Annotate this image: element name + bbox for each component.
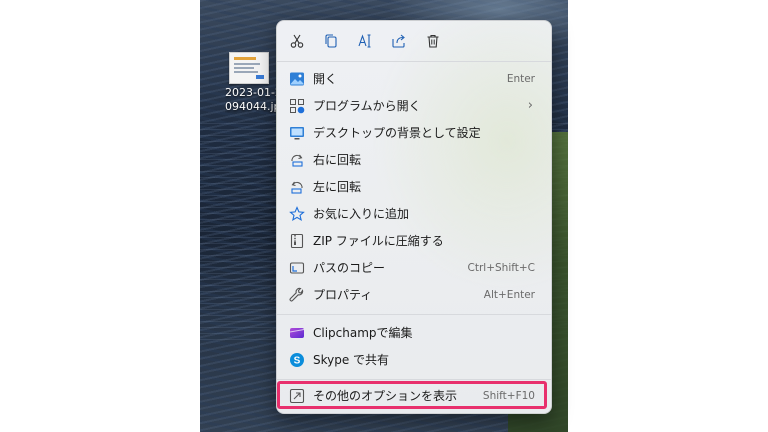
more-options-icon bbox=[289, 388, 305, 404]
menu-item-open[interactable]: 開く Enter bbox=[281, 66, 547, 92]
menu-separator bbox=[277, 314, 551, 315]
menu-item-add-to-favorites[interactable]: お気に入りに追加 bbox=[281, 201, 547, 227]
menu-item-label: デスクトップの背景として設定 bbox=[313, 126, 481, 140]
menu-item-label: お気に入りに追加 bbox=[313, 207, 410, 221]
menu-item-label: プログラムから開く bbox=[313, 99, 421, 113]
menu-item-set-desktop-background[interactable]: デスクトップの背景として設定 bbox=[281, 120, 547, 146]
menu-item-share-skype[interactable]: S Skype で共有 bbox=[281, 347, 547, 373]
rotate-left-icon bbox=[289, 179, 305, 195]
menu-item-rotate-right[interactable]: 右に回転 bbox=[281, 147, 547, 173]
chevron-right-icon: › bbox=[527, 98, 533, 113]
menu-item-label: パスのコピー bbox=[313, 261, 386, 275]
menu-item-properties[interactable]: プロパティ Alt+Enter bbox=[281, 282, 547, 308]
menu-item-shortcut: Ctrl+Shift+C bbox=[467, 262, 535, 274]
delete-button[interactable] bbox=[421, 29, 445, 53]
rename-icon bbox=[358, 34, 371, 48]
thumbnail-header bbox=[234, 57, 256, 60]
menu-item-label: 左に回転 bbox=[313, 180, 362, 194]
menu-item-label: Clipchampで編集 bbox=[313, 326, 413, 340]
menu-item-compress-zip[interactable]: ZIP ファイルに圧縮する bbox=[281, 228, 547, 254]
screenshot-stage: 2023-01-20 094044.jpg 開く Enter プログラムから開く… bbox=[0, 0, 768, 432]
menu-item-shortcut: Alt+Enter bbox=[483, 289, 535, 301]
zip-icon bbox=[289, 233, 305, 249]
rotate-right-icon bbox=[289, 152, 305, 168]
wrench-icon bbox=[289, 287, 305, 303]
star-icon bbox=[289, 206, 305, 222]
menu-item-label: その他のオプションを表示 bbox=[313, 389, 458, 403]
svg-text:S: S bbox=[294, 356, 301, 367]
image-icon bbox=[289, 71, 305, 87]
share-button[interactable] bbox=[387, 29, 411, 53]
copy-path-icon bbox=[289, 260, 305, 276]
thumbnail-button bbox=[256, 75, 264, 79]
menu-item-shortcut: Enter bbox=[506, 73, 535, 85]
clipchamp-icon bbox=[289, 325, 305, 341]
context-menu: 開く Enter プログラムから開く › デスクトップの背景として設定 右に回転… bbox=[276, 20, 552, 414]
thumbnail-line bbox=[234, 67, 254, 69]
menu-item-show-more-options[interactable]: その他のオプションを表示 Shift+F10 bbox=[281, 383, 547, 409]
copy-icon bbox=[325, 34, 337, 48]
menu-item-copy-path[interactable]: パスのコピー Ctrl+Shift+C bbox=[281, 255, 547, 281]
thumbnail-line bbox=[234, 63, 260, 65]
menu-item-label: 開く bbox=[313, 72, 338, 86]
cut-button[interactable] bbox=[285, 29, 309, 53]
menu-item-label: 右に回転 bbox=[313, 153, 362, 167]
copy-button[interactable] bbox=[319, 29, 343, 53]
open-with-icon bbox=[289, 98, 305, 114]
thumbnail-line bbox=[234, 71, 258, 73]
trash-icon bbox=[427, 34, 439, 48]
skype-icon: S bbox=[289, 352, 305, 368]
cut-icon bbox=[290, 34, 304, 48]
menu-item-rotate-left[interactable]: 左に回転 bbox=[281, 174, 547, 200]
menu-item-label: ZIP ファイルに圧縮する bbox=[313, 234, 444, 248]
menu-item-shortcut: Shift+F10 bbox=[482, 390, 535, 402]
menu-separator bbox=[277, 379, 551, 380]
menu-item-open-with[interactable]: プログラムから開く › bbox=[281, 93, 547, 119]
image-file-thumbnail[interactable] bbox=[229, 52, 269, 84]
menu-item-label: プロパティ bbox=[313, 288, 373, 302]
menu-item-edit-in-clipchamp[interactable]: Clipchampで編集 bbox=[281, 320, 547, 346]
rename-button[interactable] bbox=[353, 29, 377, 53]
menu-item-label: Skype で共有 bbox=[313, 353, 390, 367]
desktop-icon bbox=[289, 125, 305, 141]
context-menu-toolbar bbox=[277, 21, 551, 61]
menu-separator bbox=[277, 61, 551, 62]
share-icon bbox=[392, 34, 405, 48]
